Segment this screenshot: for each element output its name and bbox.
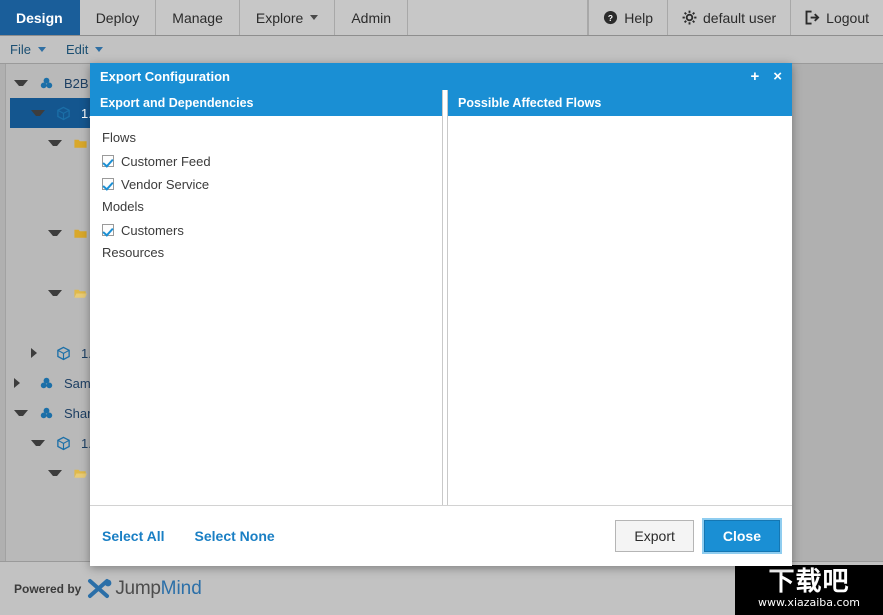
chevron-down-icon xyxy=(310,15,318,20)
package-icon xyxy=(53,436,73,451)
nav-button-label: default user xyxy=(703,10,776,26)
menu-file-label: File xyxy=(10,42,31,57)
watermark-url: www.xiazaiba.com xyxy=(758,595,860,610)
affected-flows-panel: Possible Affected Flows xyxy=(448,90,792,505)
tree-expand-arrow-closed[interactable] xyxy=(31,348,45,358)
chevron-down-icon xyxy=(95,47,103,52)
tree-expand-arrow-open[interactable] xyxy=(48,290,62,296)
export-dependencies-list[interactable]: Flows Customer Feed Vendor Service Models Cu… xyxy=(90,116,442,505)
nav-tab-manage[interactable]: Manage xyxy=(156,0,240,35)
select-all-link[interactable]: Select All xyxy=(102,528,165,544)
nav-button-default-user[interactable]: default user xyxy=(667,0,790,35)
top-navigation-bar: Design Deploy Manage Explore Admin ? Help defa… xyxy=(0,0,883,36)
folder-open-icon xyxy=(70,286,90,301)
tree-expand-arrow-open[interactable] xyxy=(31,110,45,116)
nav-spacer xyxy=(408,0,588,35)
nav-right-actions: ? Help default user Logout xyxy=(588,0,883,35)
checkbox-label: Customers xyxy=(121,223,184,238)
nav-button-help[interactable]: ? Help xyxy=(588,0,667,35)
project-icon xyxy=(36,406,56,421)
folder-icon xyxy=(70,226,90,241)
nav-tab-label: Admin xyxy=(351,10,391,26)
close-button[interactable]: Close xyxy=(704,520,780,552)
logout-icon xyxy=(805,10,820,25)
nav-tab-explore[interactable]: Explore xyxy=(240,0,335,35)
maximize-icon[interactable]: + xyxy=(750,69,759,84)
watermark: 下载吧 www.xiazaiba.com xyxy=(735,565,883,615)
group-label-resources: Resources xyxy=(102,243,442,263)
application-window: Design Deploy Manage Explore Admin ? Help defa… xyxy=(0,0,883,615)
checkbox-row[interactable]: Customer Feed xyxy=(102,151,442,171)
package-icon xyxy=(53,106,73,121)
export-dependencies-panel: Export and Dependencies Flows Customer Fe… xyxy=(90,90,442,505)
checkbox-row[interactable]: Vendor Service xyxy=(102,174,442,194)
help-circle-icon: ? xyxy=(603,10,618,25)
package-icon xyxy=(53,346,73,361)
watermark-cn-text: 下载吧 xyxy=(768,569,849,595)
nav-tab-admin[interactable]: Admin xyxy=(335,0,408,35)
menu-edit-label: Edit xyxy=(66,42,88,57)
group-label-flows: Flows xyxy=(102,128,442,148)
close-icon[interactable]: × xyxy=(773,69,782,84)
export-dependencies-header: Export and Dependencies xyxy=(90,90,442,116)
nav-tab-label: Design xyxy=(16,10,63,26)
nav-tab-list: Design Deploy Manage Explore Admin xyxy=(0,0,408,35)
tree-expand-arrow-open[interactable] xyxy=(31,440,45,446)
menu-file[interactable]: File xyxy=(0,42,56,57)
checkbox-label: Vendor Service xyxy=(121,177,209,192)
chevron-down-icon xyxy=(38,47,46,52)
nav-button-label: Logout xyxy=(826,10,869,26)
checkbox-vendor-service[interactable] xyxy=(102,178,114,190)
folder-open-icon xyxy=(70,466,90,481)
nav-tab-label: Explore xyxy=(256,10,303,26)
dialog-title-bar[interactable]: Export Configuration + × xyxy=(90,63,792,90)
tree-expand-arrow-open[interactable] xyxy=(14,410,28,416)
dialog-title: Export Configuration xyxy=(100,69,230,84)
export-button[interactable]: Export xyxy=(615,520,693,552)
tree-expand-arrow-closed[interactable] xyxy=(14,378,28,388)
checkbox-label: Customer Feed xyxy=(121,154,211,169)
checkbox-row[interactable]: Customers xyxy=(102,220,442,240)
nav-tab-label: Manage xyxy=(172,10,223,26)
nav-button-label: Help xyxy=(624,10,653,26)
affected-flows-list[interactable] xyxy=(448,116,792,505)
menu-edit[interactable]: Edit xyxy=(56,42,113,57)
nav-button-logout[interactable]: Logout xyxy=(790,0,883,35)
tree-expand-arrow-open[interactable] xyxy=(14,80,28,86)
nav-tab-deploy[interactable]: Deploy xyxy=(80,0,157,35)
export-configuration-dialog: Export Configuration + × Export and Depe… xyxy=(90,63,792,566)
nav-tab-label: Deploy xyxy=(96,10,140,26)
brand-name-mind: Mind xyxy=(161,578,202,600)
checkbox-customers[interactable] xyxy=(102,224,114,236)
dialog-footer: Select All Select None Export Close xyxy=(90,505,792,566)
checkbox-customer-feed[interactable] xyxy=(102,155,114,167)
sidebar-scrollbar[interactable] xyxy=(0,64,6,561)
svg-text:?: ? xyxy=(608,13,613,23)
folder-icon xyxy=(70,136,90,151)
nav-tab-design[interactable]: Design xyxy=(0,0,80,35)
project-icon xyxy=(36,76,56,91)
tree-expand-arrow-open[interactable] xyxy=(48,230,62,236)
brand-name-jump: Jump xyxy=(115,578,160,600)
select-none-link[interactable]: Select None xyxy=(195,528,275,544)
powered-by-label: Powered by xyxy=(14,582,81,596)
group-label-models: Models xyxy=(102,197,442,217)
jumpmind-logo-icon xyxy=(87,578,113,600)
project-icon xyxy=(36,376,56,391)
tree-expand-arrow-open[interactable] xyxy=(48,140,62,146)
affected-flows-header: Possible Affected Flows xyxy=(448,90,792,116)
gear-icon xyxy=(682,10,697,25)
dialog-panels: Export and Dependencies Flows Customer Fe… xyxy=(90,90,792,505)
menu-toolbar: File Edit xyxy=(0,36,883,64)
tree-expand-arrow-open[interactable] xyxy=(48,470,62,476)
